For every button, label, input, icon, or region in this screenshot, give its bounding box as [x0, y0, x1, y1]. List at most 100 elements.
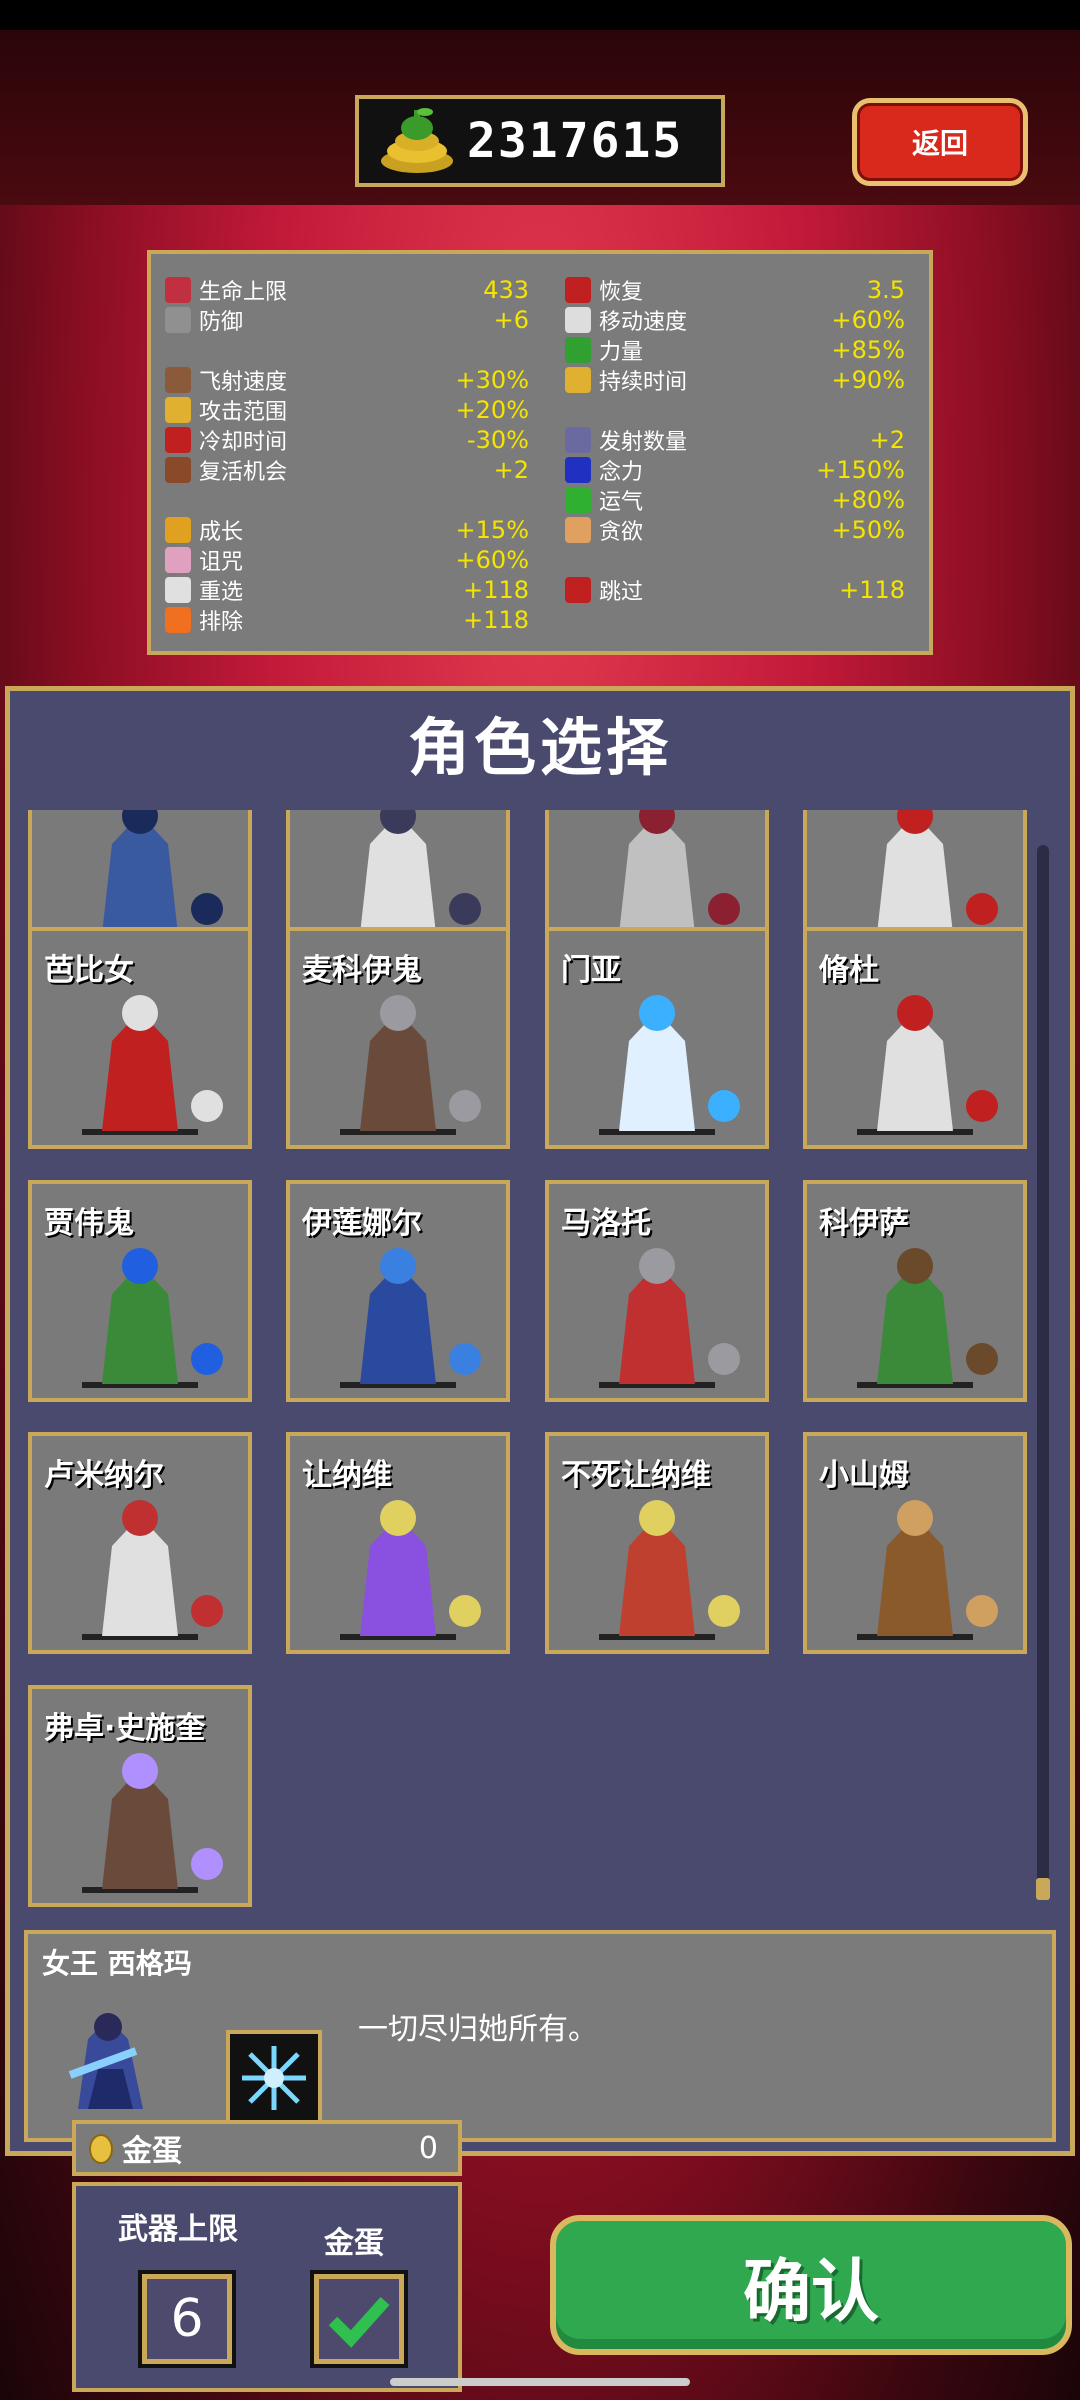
- leaf-icon: [565, 337, 591, 363]
- stat-row: 持续时间 +90%: [565, 366, 905, 395]
- status-bar: [0, 0, 1080, 30]
- banish-icon: [165, 607, 191, 633]
- greed-icon: [565, 517, 591, 543]
- character-card[interactable]: 弗卓·史施奎: [28, 1685, 252, 1907]
- stat-label: 跳过: [599, 580, 644, 605]
- character-card[interactable]: 小山姆: [803, 1432, 1027, 1654]
- stat-row: 恢复 3.5: [565, 276, 905, 305]
- regen-heart-icon: [565, 277, 591, 303]
- heart-icon: [165, 277, 191, 303]
- character-card[interactable]: 卢米纳尔: [28, 1432, 252, 1654]
- clover-icon: [565, 487, 591, 513]
- character-card[interactable]: 麦科伊鬼: [286, 927, 510, 1149]
- golden-egg-checkbox[interactable]: [310, 2270, 408, 2368]
- golden-egg-count: 0: [418, 2130, 438, 2166]
- stat-value: +118: [839, 576, 905, 604]
- character-card[interactable]: 贾伟鬼: [28, 1180, 252, 1402]
- stat-label: 生命上限: [199, 280, 288, 305]
- stat-label: 攻击范围: [199, 400, 288, 425]
- stat-value: +50%: [831, 516, 905, 544]
- stat-value: +6: [493, 306, 529, 334]
- scrollbar-thumb[interactable]: [1036, 1878, 1050, 1900]
- character-card[interactable]: 脩杜: [803, 927, 1027, 1149]
- stat-label: 发射数量: [599, 430, 688, 455]
- stat-value: +60%: [455, 546, 529, 574]
- golden-egg-icon: [88, 2132, 114, 2164]
- golden-egg-toggle-label: 金蛋: [324, 2226, 384, 2261]
- crown-icon: [165, 517, 191, 543]
- character-card[interactable]: 门亚: [545, 927, 769, 1149]
- character-name: 脩杜: [819, 953, 879, 988]
- stat-row: 移动速度 +60%: [565, 306, 905, 335]
- character-card[interactable]: 不死让纳维: [545, 1432, 769, 1654]
- stat-value: +30%: [455, 366, 529, 394]
- stat-row: 飞射速度 +30%: [165, 366, 529, 395]
- selected-character-description: 一切尽归她所有。: [358, 2012, 598, 2047]
- stat-value: +80%: [831, 486, 905, 514]
- character-name: 让纳维: [302, 1458, 392, 1493]
- gold-amount: 2317615: [467, 113, 684, 169]
- speed-icon: [165, 367, 191, 393]
- wing-icon: [565, 307, 591, 333]
- character-name: 马洛托: [561, 1206, 651, 1241]
- amount-icon: [565, 427, 591, 453]
- stat-row: 诅咒 +60%: [165, 546, 529, 575]
- skip-icon: [565, 577, 591, 603]
- stat-row: 跳过 +118: [565, 576, 905, 605]
- stat-row: 贪欲 +50%: [565, 516, 905, 545]
- stat-label: 移动速度: [599, 310, 688, 335]
- orb-icon: [565, 457, 591, 483]
- character-name: 贾伟鬼: [44, 1206, 134, 1241]
- character-card[interactable]: 科伊萨: [803, 1180, 1027, 1402]
- character-card[interactable]: 芭比女: [28, 927, 252, 1149]
- character-name: 芭比女: [44, 953, 134, 988]
- character-name: 小山姆: [819, 1458, 909, 1493]
- skull-icon: [165, 547, 191, 573]
- golden-egg-label: 金蛋: [122, 2134, 182, 2169]
- character-name: 门亚: [561, 953, 621, 988]
- stat-value: +118: [463, 606, 529, 634]
- stat-value: -30%: [466, 426, 529, 454]
- stat-row: 攻击范围 +20%: [165, 396, 529, 425]
- stat-value: +150%: [816, 456, 905, 484]
- stat-label: 重选: [199, 580, 244, 605]
- stat-label: 复活机会: [199, 460, 288, 485]
- gold-counter: 2317615: [355, 95, 725, 187]
- weapon-limit-selector[interactable]: 6: [138, 2270, 236, 2368]
- stat-label: 持续时间: [599, 370, 688, 395]
- stat-value: +118: [463, 576, 529, 604]
- selected-character-name: 女王 西格玛: [42, 1947, 192, 1980]
- stat-label: 诅咒: [199, 550, 244, 575]
- stat-row: 成长 +15%: [165, 516, 529, 545]
- character-name: 麦科伊鬼: [302, 953, 422, 988]
- character-name: 卢米纳尔: [44, 1458, 164, 1493]
- starting-weapon-slot: [226, 2030, 322, 2126]
- home-indicator: [390, 2378, 690, 2386]
- character-grid[interactable]: 芭比女 麦科伊鬼 门亚 脩杜贾伟鬼 伊莲娜尔 马洛托 科伊萨卢米纳尔 让纳维 不死让纳维 小山姆弗…: [20, 810, 1032, 1918]
- stat-label: 冷却时间: [199, 430, 288, 455]
- golden-egg-bar: 金蛋 0: [72, 2120, 462, 2176]
- stat-row: 发射数量 +2: [565, 426, 905, 455]
- stat-value: +20%: [455, 396, 529, 424]
- stats-panel: 生命上限 433 防御 +6 飞射速度 +30% 攻击范围 +20% 冷却时间 -30% 复活机会 +…: [147, 250, 933, 655]
- stat-value: +90%: [831, 366, 905, 394]
- stat-row: 运气 +80%: [565, 486, 905, 515]
- confirm-button[interactable]: 确认: [550, 2215, 1072, 2355]
- character-card[interactable]: 伊莲娜尔: [286, 1180, 510, 1402]
- stat-value: +85%: [831, 336, 905, 364]
- dice-icon: [165, 577, 191, 603]
- character-description-panel: 女王 西格玛 一切尽归她所有。: [24, 1930, 1056, 2142]
- stat-label: 飞射速度: [199, 370, 288, 395]
- selected-character-portrait: [48, 1989, 168, 2119]
- back-button[interactable]: 返回: [852, 98, 1028, 186]
- stat-value: +15%: [455, 516, 529, 544]
- stat-label: 贪欲: [599, 520, 644, 545]
- character-card[interactable]: 马洛托: [545, 1180, 769, 1402]
- stat-label: 恢复: [599, 280, 644, 305]
- character-card[interactable]: 让纳维: [286, 1432, 510, 1654]
- stat-label: 成长: [199, 520, 244, 545]
- scrollbar-track[interactable]: [1037, 845, 1049, 1895]
- stat-label: 排除: [199, 610, 244, 635]
- stat-row: 防御 +6: [165, 306, 529, 335]
- ice-star-weapon-icon: [242, 2046, 306, 2110]
